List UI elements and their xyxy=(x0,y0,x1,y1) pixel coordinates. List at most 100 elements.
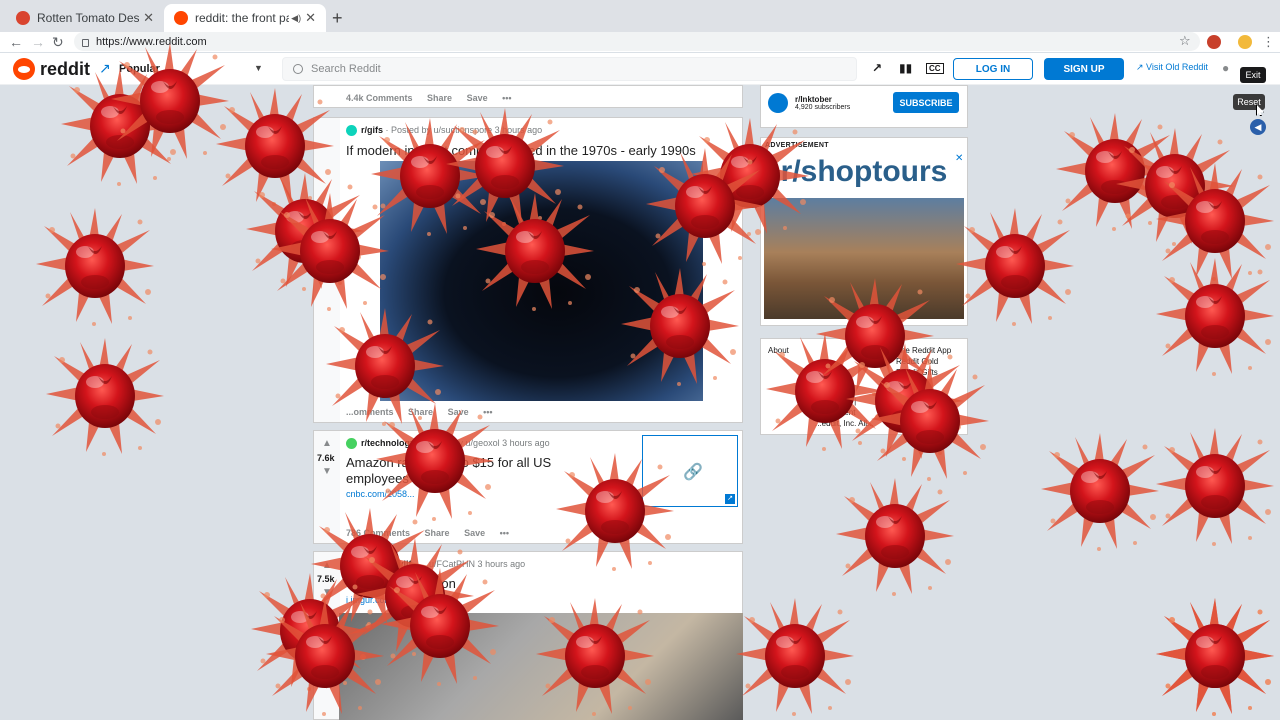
subreddit-link[interactable]: r/thisismylif... xyxy=(361,559,419,569)
downvote-icon[interactable]: ▼ xyxy=(322,466,332,477)
more-options-icon[interactable]: ••• xyxy=(502,93,511,103)
tomato-splat-icon xyxy=(30,200,160,330)
reset-button[interactable]: Reset xyxy=(1233,94,1265,110)
posted-by: · Posted by u/suctionspore 3 hours ago xyxy=(385,125,543,135)
tomato-splat-icon xyxy=(1150,155,1280,285)
subreddit-link[interactable]: r/gifs xyxy=(361,125,383,135)
post-title[interactable]: If modern internet compa...existed in th… xyxy=(346,143,696,158)
tomato-splat-icon xyxy=(950,200,1080,330)
reload-icon[interactable]: ↻ xyxy=(52,34,64,51)
post-actions: ...omments Share Save ••• xyxy=(346,407,505,417)
feed-selector-label[interactable]: Popular xyxy=(119,63,160,75)
vote-column xyxy=(314,118,340,422)
lock-icon xyxy=(82,38,89,47)
new-tab-icon[interactable]: + xyxy=(332,8,343,29)
tomato-splat-icon xyxy=(1050,105,1180,235)
browser-toolbar: ← → ↻ https://www.reddit.com ☆ ⋮ xyxy=(0,32,1280,52)
back-icon[interactable]: ← xyxy=(9,34,23,50)
upvote-icon[interactable]: ▲ xyxy=(322,560,332,571)
user-agreement-link[interactable]: ...greement xyxy=(815,408,855,417)
login-button[interactable]: LOG IN xyxy=(953,58,1033,80)
post-meta: r/thisismylif... ...u/FCatPHN 3 hours ag… xyxy=(346,559,526,571)
tomato-splat-icon xyxy=(1150,590,1280,720)
help-link[interactable]: He... xyxy=(832,368,849,377)
reddit-gifts-link[interactable]: Reddit Gifts xyxy=(896,368,938,377)
post-media[interactable] xyxy=(339,613,743,720)
upvote-icon[interactable]: ▲ xyxy=(322,438,332,449)
search-input[interactable]: Search Reddit xyxy=(282,57,857,81)
stats-icon[interactable]: ▮▮ xyxy=(899,61,912,75)
tomato-favicon-icon xyxy=(16,11,30,25)
exit-button[interactable]: Exit xyxy=(1240,67,1266,83)
tomato-splat-icon xyxy=(1150,590,1280,720)
post-media[interactable] xyxy=(380,161,703,401)
bookmark-star-icon[interactable]: ☆ xyxy=(1179,33,1191,49)
post-title-line2[interactable]: employees xyxy=(346,471,409,486)
save-button[interactable]: Save xyxy=(448,407,469,417)
post-title[interactable]: Amazon ra... wage to $15 for all US xyxy=(346,455,551,470)
post-actions: 786 Comments Share Save ••• xyxy=(346,528,521,538)
user-icon[interactable]: ● xyxy=(1222,61,1229,75)
subreddit-icon xyxy=(346,559,357,571)
comments-button[interactable]: 786 Comments xyxy=(346,528,410,538)
community-subscribers: 4,920 subscribers xyxy=(795,104,851,111)
community-name[interactable]: r/Inktober xyxy=(795,95,832,104)
posted-by: ...u/FCatPHN 3 hours ago xyxy=(421,559,526,569)
community-avatar[interactable] xyxy=(768,93,788,113)
post-meta: r/gifs · Posted by u/suctionspore 3 hour… xyxy=(346,125,543,137)
close-tab-icon[interactable]: ✕ xyxy=(305,10,316,26)
post-link[interactable]: i.imgur.com/... xyxy=(346,595,402,605)
post-title[interactable]: Otter accep... ation xyxy=(346,576,456,591)
post-actions: 4.4k Comments Share Save ••• xyxy=(346,93,524,103)
ad-image[interactable] xyxy=(764,198,964,319)
old-reddit-label: Visit Old Reddit xyxy=(1146,62,1208,72)
post-link[interactable]: cnbc.com/2058... xyxy=(346,489,415,499)
post-meta: r/technology · Posted by u/geoxol 3 hour… xyxy=(346,438,550,450)
old-reddit-link[interactable]: ↗ Visit Old Reddit xyxy=(1136,62,1208,73)
signup-button[interactable]: SIGN UP xyxy=(1044,58,1124,80)
save-button[interactable]: Save xyxy=(467,93,488,103)
tab-rotten-tomato[interactable]: Rotten Tomato Destroyer - Chr ✕ xyxy=(6,4,164,32)
share-button[interactable]: Share xyxy=(408,407,433,417)
comments-button[interactable]: 4.4k Comments xyxy=(346,93,413,103)
share-button[interactable]: Share xyxy=(427,93,452,103)
trending-icon[interactable]: ↗ xyxy=(872,61,882,75)
tab-reddit[interactable]: reddit: the front page of the ◀) ✕ xyxy=(164,4,326,32)
closed-caption-icon[interactable]: CC xyxy=(926,63,944,74)
tab-title: Rotten Tomato Destroyer - Chr xyxy=(37,11,140,25)
tomato-splat-icon xyxy=(1150,420,1280,550)
reddit-wordmark[interactable]: reddit xyxy=(40,59,90,80)
content-policy-link[interactable]: ...nt Policy | xyxy=(815,397,856,406)
more-options-icon[interactable]: ••• xyxy=(483,407,492,417)
link-thumbnail[interactable]: 🔗 ↗ xyxy=(642,435,738,507)
tomato-splat-icon xyxy=(40,330,170,460)
about-link[interactable]: About xyxy=(768,346,789,355)
downvote-icon[interactable]: ▼ xyxy=(322,587,332,598)
speaker-icon[interactable]: ◀) xyxy=(291,13,301,24)
ad-label: ADVERTISEMENT xyxy=(765,142,829,149)
sound-toggle-icon[interactable]: ◀ xyxy=(1250,119,1266,135)
extension-icon[interactable] xyxy=(1238,35,1252,49)
more-options-icon[interactable]: ••• xyxy=(500,528,509,538)
chevron-down-icon[interactable]: ▼ xyxy=(254,63,263,73)
address-bar[interactable]: https://www.reddit.com xyxy=(74,32,1200,51)
menu-icon[interactable]: ⋮ xyxy=(1262,34,1275,50)
reddit-logo-icon[interactable] xyxy=(13,58,35,80)
subreddit-icon xyxy=(346,125,357,137)
forward-icon[interactable]: → xyxy=(31,34,45,50)
trending-icon: ↗ xyxy=(99,60,111,76)
reddit-app-link[interactable]: The Reddit App xyxy=(896,346,951,355)
reddit-header: reddit ↗ Popular ▼ Search Reddit ↗ ▮▮ CC… xyxy=(0,53,1280,85)
ad-title[interactable]: r/shoptours xyxy=(764,155,964,197)
vote-count: 7.6k xyxy=(317,453,335,463)
extension-icon[interactable] xyxy=(1207,35,1221,49)
tomato-splat-icon xyxy=(730,590,860,720)
close-tab-icon[interactable]: ✕ xyxy=(143,10,154,26)
copyright-text: ...eddit, Inc. All... xyxy=(815,419,874,428)
subreddit-link[interactable]: r/technology xyxy=(361,438,415,448)
subscribe-button[interactable]: SUBSCRIBE xyxy=(893,92,959,113)
comments-button[interactable]: ...omments xyxy=(346,407,394,417)
save-button[interactable]: Save xyxy=(464,528,485,538)
reddit-gold-link[interactable]: Reddit Gold xyxy=(896,357,938,366)
share-button[interactable]: Share xyxy=(425,528,450,538)
